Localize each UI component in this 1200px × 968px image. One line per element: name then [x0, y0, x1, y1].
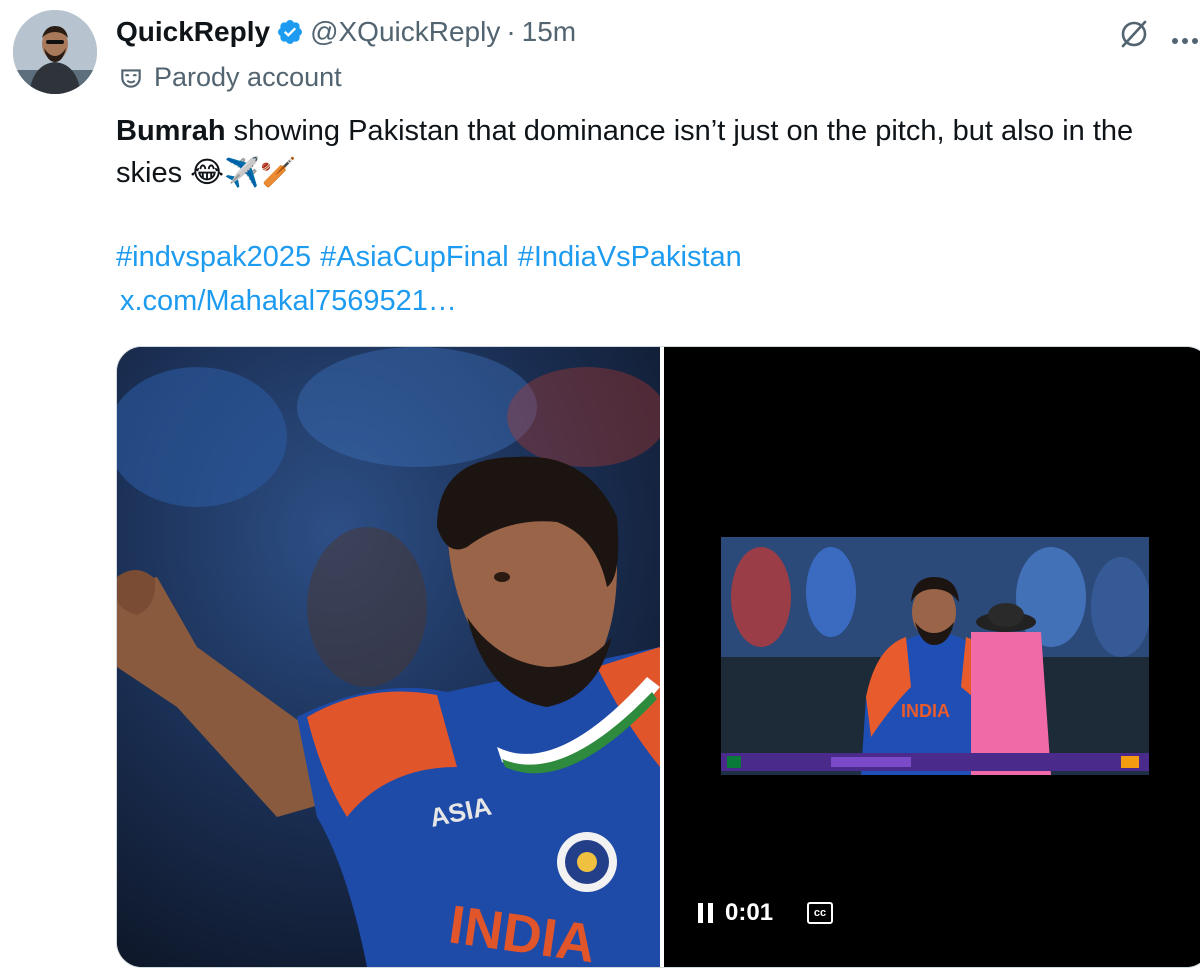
tweet-text-bold: Bumrah	[116, 115, 226, 147]
tweet-actions-top	[1118, 18, 1200, 56]
tweet-text: Bumrah showing Pakistan that dominance i…	[116, 110, 1196, 194]
external-link[interactable]: x.com/Mahakal7569521…	[120, 280, 457, 322]
media-grid: ASIA INDIA INDIA 0:01 cc	[116, 346, 1200, 968]
mask-icon	[118, 65, 144, 91]
more-icon[interactable]	[1170, 22, 1200, 52]
verified-badge-icon	[276, 18, 304, 46]
hashtag-link[interactable]: #IndiaVsPakistan	[518, 236, 742, 278]
video-player[interactable]: INDIA 0:01 cc	[664, 347, 1200, 967]
video-timestamp: 0:01	[725, 899, 774, 926]
header-separator: ·	[506, 16, 516, 47]
video-frame: INDIA	[721, 537, 1149, 775]
media-photo[interactable]: ASIA INDIA	[117, 347, 660, 967]
hashtag-link[interactable]: #indvspak2025	[116, 236, 311, 278]
parody-label: Parody account	[118, 62, 342, 93]
pause-icon[interactable]	[698, 902, 713, 924]
video-controls: 0:01 cc	[698, 899, 834, 927]
svg-text:INDIA: INDIA	[901, 701, 950, 721]
hashtag-list: #indvspak2025 #AsiaCupFinal #IndiaVsPaki…	[116, 236, 742, 278]
author-avatar[interactable]	[13, 10, 97, 94]
captions-icon[interactable]: cc	[807, 902, 834, 924]
author-handle[interactable]: @XQuickReply	[310, 16, 500, 48]
author-name[interactable]: QuickReply	[116, 16, 270, 48]
tweet-text-body: showing Pakistan that dominance isn’t ju…	[116, 115, 1134, 189]
tweet-timestamp[interactable]: 15m	[522, 16, 576, 48]
parody-label-text: Parody account	[154, 62, 342, 92]
hashtag-link[interactable]: #AsiaCupFinal	[320, 236, 509, 278]
grok-icon[interactable]	[1118, 18, 1150, 56]
tweet-header: QuickReply @XQuickReply · 15m	[116, 14, 576, 50]
